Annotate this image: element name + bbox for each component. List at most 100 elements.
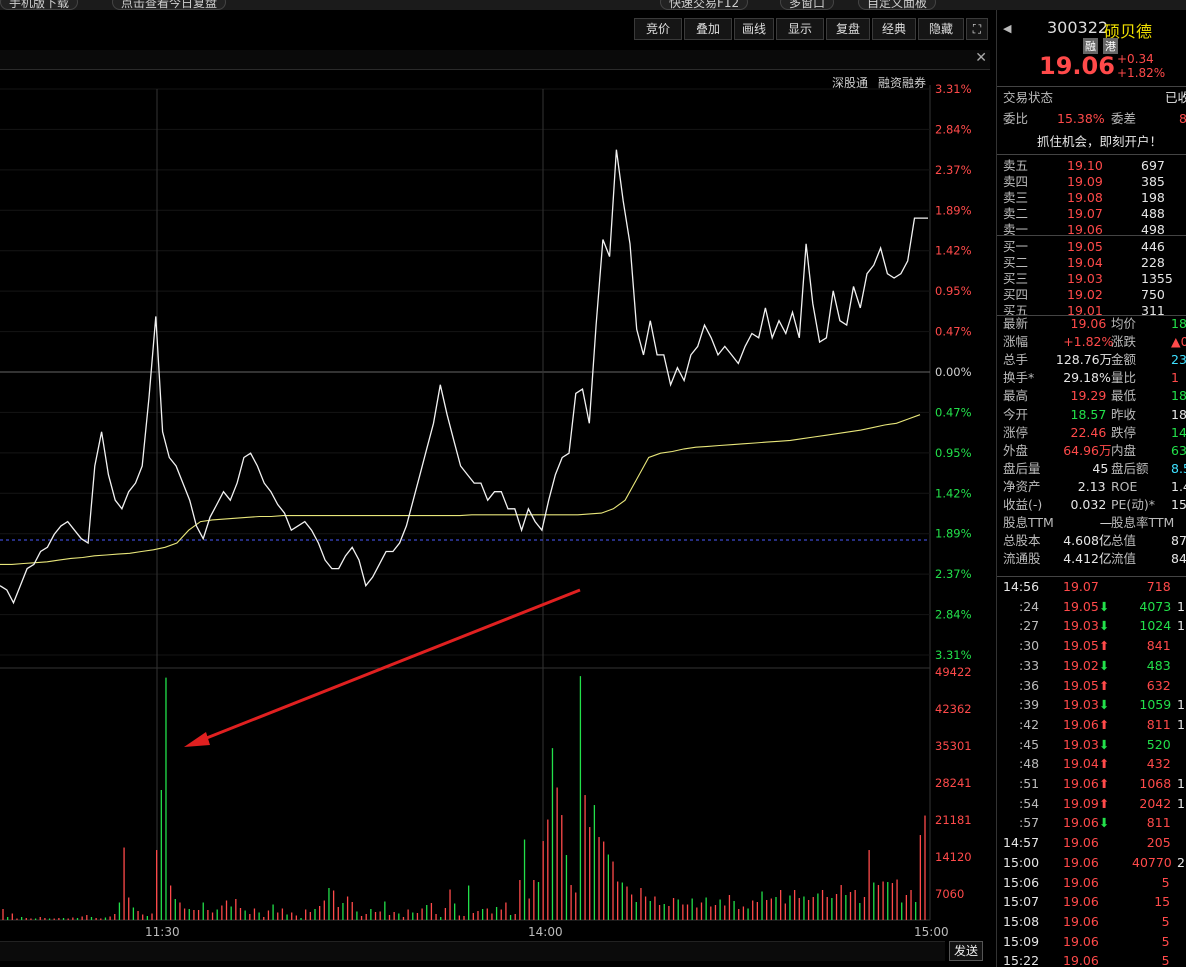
price-axis-label: 1.89%: [935, 527, 972, 541]
up-arrow-icon: ⬆: [1099, 776, 1110, 791]
stat-label-2: 昨收: [1111, 406, 1137, 422]
bottom-scrollbar[interactable]: [0, 941, 945, 961]
down-arrow-icon: ⬇: [1099, 815, 1110, 831]
stat-row: 盘后量 45盘后额 8.5: [997, 460, 1186, 478]
quote-panel: ◀ 300322 硕贝德 融 港 19.06 +0.34 +1.82% 交易状态…: [996, 10, 1186, 967]
tick-price: 19.05: [1063, 638, 1099, 654]
tick-row: :36 19.05 ⬆ 632: [997, 677, 1186, 695]
stat-value: 18.57: [1070, 406, 1107, 422]
tick-row: :33 19.02 ⬇ 483: [997, 657, 1186, 675]
price-axis-label: 0.95%: [935, 446, 972, 460]
send-button[interactable]: 发送: [949, 941, 983, 961]
stat-row: 收益(-) 0.032 PE(动)* 151: [997, 496, 1186, 514]
tick-row: :42 19.06 ⬆ 811 1: [997, 716, 1186, 734]
volume-axis-label: 35301: [935, 739, 972, 753]
tick-price: 19.06: [1063, 815, 1099, 831]
stat-label-2: 跌停: [1111, 424, 1137, 440]
average-price-line: [0, 414, 921, 565]
stat-value-2: 14: [1171, 424, 1186, 440]
tick-time: 14:57: [1003, 835, 1040, 851]
trade-status-row: 交易状态 已收: [997, 89, 1186, 107]
tick-row: 15:00 19.06 40770 27: [997, 854, 1186, 872]
volume-axis-label: 7060: [935, 887, 964, 901]
stat-row: 今开 18.57 昨收 18: [997, 406, 1186, 424]
price-axis-label: 0.00%: [935, 365, 972, 379]
up-arrow-icon: ⬆: [1099, 756, 1110, 772]
tick-row: 15:08 19.06 5: [997, 913, 1186, 931]
stat-row: 净资产 2.13 ROE 1.4: [997, 478, 1186, 496]
promo-text[interactable]: 抓住机会，即刻开户！: [1037, 133, 1162, 151]
quick-trade-tab[interactable]: 快速交易F12: [660, 0, 749, 10]
tick-time: :33: [1019, 657, 1040, 673]
time-axis-label: 11:30: [145, 925, 180, 939]
prev-arrow-icon[interactable]: ◀: [1003, 22, 1011, 35]
multi-window-tab[interactable]: 多窗口: [780, 0, 835, 10]
volume-axis-label: 14120: [935, 850, 972, 864]
download-mobile-tab[interactable]: 手机版下载: [0, 0, 79, 10]
view-review-tab[interactable]: 点击查看今日复盘: [112, 0, 227, 10]
ask-label: 卖一: [1003, 222, 1029, 237]
tick-volume: 811: [1146, 716, 1171, 732]
up-arrow-icon: ⬆: [1099, 795, 1110, 811]
stat-value-2: 18: [1171, 388, 1186, 404]
stat-label-2: PE(动)*: [1111, 497, 1155, 512]
price-axis-label: 2.37%: [935, 163, 972, 177]
stat-row: 换手* 29.18% 量比 1: [997, 369, 1186, 387]
custom-panel-tab[interactable]: 自定义面板: [858, 0, 937, 10]
ask-row: 卖一 19.06 498: [997, 221, 1186, 239]
tick-time: 15:07: [1003, 894, 1040, 910]
tick-volume: 40770: [1132, 854, 1172, 870]
stat-label: 今开: [1003, 406, 1029, 422]
tick-extra: 1: [1177, 776, 1185, 791]
tick-volume: 5: [1161, 874, 1170, 890]
stat-label: 总股本: [1003, 533, 1041, 549]
price-axis-label: 2.37%: [935, 567, 972, 581]
stat-label: 外盘: [1003, 442, 1029, 458]
tick-time: 15:22: [1003, 953, 1040, 967]
tick-price: 19.06: [1063, 874, 1099, 890]
stat-value-2: 18: [1171, 316, 1186, 331]
tick-row: 14:56 19.07 718: [997, 578, 1186, 596]
tick-time: :30: [1019, 638, 1040, 654]
down-arrow-icon: ⬇: [1099, 618, 1110, 634]
weicha-value: 8: [1179, 110, 1186, 128]
tick-price: 19.07: [1063, 579, 1099, 594]
tick-volume: 5: [1161, 953, 1170, 967]
stat-value-2: 18: [1171, 406, 1186, 422]
annotation-arrow-head: [184, 732, 210, 747]
tick-extra: 1: [1177, 697, 1185, 713]
tick-volume: 632: [1146, 677, 1171, 693]
stat-label-2: ROE: [1111, 478, 1138, 494]
tick-row: :39 19.03 ⬇ 1059 1: [997, 696, 1186, 714]
stat-label: 盘后量: [1003, 460, 1041, 476]
price-axis-label: 1.42%: [935, 486, 972, 500]
stat-value-2: 151: [1171, 497, 1186, 512]
price-volume-chart[interactable]: 3.31% 2.84% 2.37% 1.89% 1.42% 0.95% 0.47% 0.00%…: [0, 10, 995, 940]
stat-label-2: 最低: [1111, 388, 1137, 404]
tick-price: 19.03: [1063, 618, 1099, 634]
stat-row: 总股本 4.608亿总值 87.8: [997, 532, 1186, 550]
tick-volume: 1068: [1139, 776, 1172, 791]
tick-time: 15:00: [1003, 854, 1040, 870]
tick-row: :51 19.06 ⬆ 1068 1: [997, 775, 1186, 793]
tick-row: 14:57 19.06 205: [997, 834, 1186, 852]
stat-value-2: 87.8: [1171, 533, 1186, 549]
stat-value-2: 23.9: [1171, 352, 1186, 368]
ask-price: 19.06: [1067, 222, 1103, 237]
open-account-link[interactable]: 抓住机会，即刻开户！: [997, 133, 1186, 151]
stat-label: 总手: [1003, 352, 1029, 368]
tick-price: 19.06: [1063, 953, 1099, 967]
tick-time: :42: [1019, 716, 1040, 732]
stat-row: 股息TTM — 股息率TTM: [997, 514, 1186, 532]
tick-extra: 27: [1177, 854, 1186, 870]
stat-row: 涨停 22.46 跌停 14: [997, 424, 1186, 442]
stat-value-2: 63.8: [1171, 442, 1186, 458]
tick-volume: 841: [1146, 638, 1171, 654]
tick-extra: 1: [1177, 618, 1185, 634]
weibi-row: 委比 15.38% 委差 8: [997, 110, 1186, 128]
tick-price: 19.06: [1063, 716, 1099, 732]
tick-price: 19.03: [1063, 736, 1099, 752]
tick-volume: 811: [1146, 815, 1171, 831]
tick-volume: 2042: [1139, 795, 1172, 811]
tick-time: :39: [1019, 697, 1040, 713]
